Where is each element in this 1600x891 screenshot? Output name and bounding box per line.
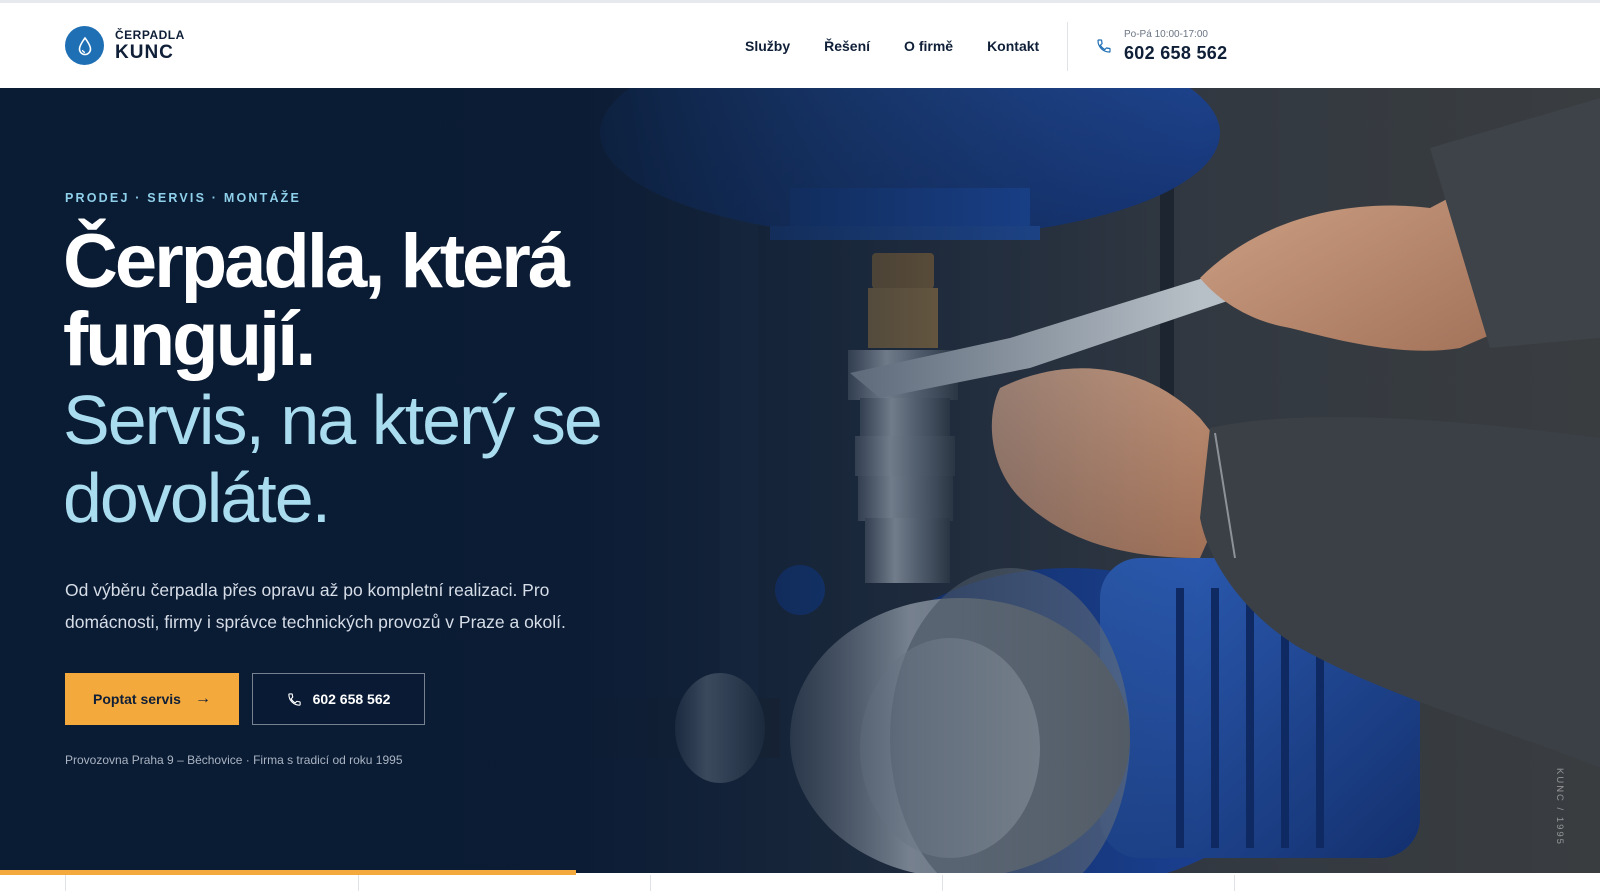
nav-item-o-firme[interactable]: O firmě bbox=[904, 38, 953, 54]
vertical-mark: KUNC / 1995 bbox=[1554, 768, 1565, 846]
brand-name: KUNC bbox=[115, 42, 174, 63]
phone-hours: Po-Pá 10:00-17:00 bbox=[1124, 29, 1208, 40]
arrow-right-icon: → bbox=[194, 690, 211, 707]
request-service-label: Poptat servis bbox=[93, 691, 181, 707]
hero-section: PRODEJ · SERVIS · MONTÁŽE Čerpadla, kter… bbox=[0, 88, 1600, 873]
hero-footnote: Provozovna Praha 9 – Běchovice · Firma s… bbox=[65, 753, 403, 767]
strip-divider bbox=[942, 875, 943, 891]
main-nav: Služby Řešení O firmě Kontakt bbox=[745, 38, 1073, 54]
brand-logo[interactable]: ČERPADLA KUNC bbox=[65, 26, 185, 65]
feature-strip bbox=[0, 873, 1600, 891]
phone-number[interactable]: 602 658 562 bbox=[1124, 43, 1227, 64]
strip-divider bbox=[65, 875, 66, 891]
site-header: ČERPADLA KUNC Služby Řešení O firmě Kont… bbox=[0, 3, 1600, 88]
strip-divider bbox=[650, 875, 651, 891]
nav-item-sluzby[interactable]: Služby bbox=[745, 38, 790, 54]
strip-divider bbox=[1234, 875, 1235, 891]
hero-lead: Od výběru čerpadla přes opravu až po kom… bbox=[65, 580, 566, 632]
brand-small: ČERPADLA bbox=[115, 28, 185, 42]
water-drop-icon bbox=[65, 26, 104, 65]
phone-icon bbox=[1096, 38, 1112, 59]
phone-icon bbox=[287, 692, 301, 706]
hero-eyebrow: PRODEJ · SERVIS · MONTÁŽE bbox=[65, 191, 302, 205]
request-service-button[interactable]: Poptat servis → bbox=[65, 673, 239, 725]
hero-subtitle: Servis, na který se dovoláte. bbox=[63, 381, 603, 537]
nav-divider bbox=[1067, 22, 1068, 71]
nav-item-kontakt[interactable]: Kontakt bbox=[987, 38, 1039, 54]
slider-progress-bar bbox=[0, 870, 576, 875]
nav-item-reseni[interactable]: Řešení bbox=[824, 38, 870, 54]
call-phone-label: 602 658 562 bbox=[312, 691, 391, 707]
call-phone-button[interactable]: 602 658 562 bbox=[252, 673, 425, 725]
strip-divider bbox=[358, 875, 359, 891]
hero-title: Čerpadla, která fungují. bbox=[63, 219, 570, 382]
